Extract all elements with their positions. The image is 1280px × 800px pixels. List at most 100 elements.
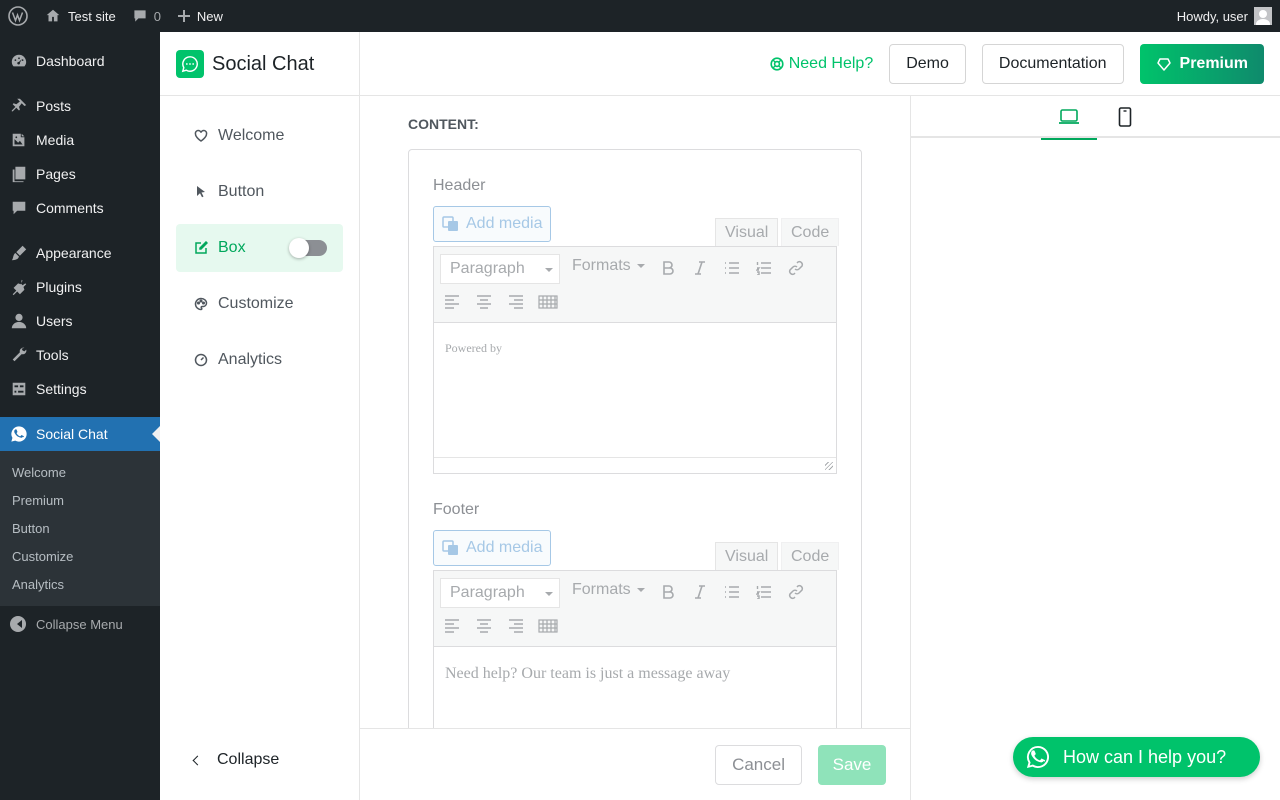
menu-item-dashboard[interactable]: Dashboard [0,44,160,78]
submenu-item-premium[interactable]: Premium [0,486,160,514]
laptop-icon[interactable] [1041,96,1097,140]
menu-item-tools[interactable]: Tools [0,338,160,372]
menu-item-settings[interactable]: Settings [0,372,160,406]
submenu-item-customize[interactable]: Customize [0,542,160,570]
box-enable-toggle[interactable] [289,238,327,258]
add-media-label: Add media [466,539,543,556]
menu-item-appearance[interactable]: Appearance [0,236,160,270]
header-resize-handle[interactable] [434,457,836,473]
menu-item-comments[interactable]: Comments [0,191,160,225]
formats-dropdown[interactable]: Formats [572,257,645,275]
formats-dropdown[interactable]: Formats [572,581,645,599]
content-panel: CONTENT: Header Add media Visual Code Pa… [360,96,910,728]
header-tab-code[interactable]: Code [781,218,840,246]
numbered-list-icon[interactable] [754,582,774,602]
admin-menu: Dashboard Posts Media Pages Comments App… [0,32,160,800]
nav-label: Customize [218,295,294,312]
add-media-icon [442,540,458,555]
brush-icon [11,245,27,261]
bold-icon[interactable] [658,582,678,602]
align-center-icon[interactable] [474,292,494,312]
header-editor-body[interactable]: Powered by [434,323,836,457]
toolbar-toggle-icon[interactable] [538,292,558,312]
edit-box-icon [195,241,208,254]
menu-item-users[interactable]: Users [0,304,160,338]
italic-icon[interactable] [690,258,710,278]
align-right-icon[interactable] [506,616,526,636]
align-center-icon[interactable] [474,616,494,636]
align-left-icon[interactable] [442,616,462,636]
italic-icon[interactable] [690,582,710,602]
bullet-list-icon[interactable] [722,582,742,602]
nav-item-customize[interactable]: Customize [176,280,343,328]
collapse-menu-button[interactable]: Collapse Menu [0,607,160,641]
need-help-link[interactable]: Need Help? [770,55,874,73]
lifebuoy-icon [770,57,784,71]
header-actions: Need Help? Demo Documentation Premium [770,44,1264,84]
need-help-label: Need Help? [788,55,874,72]
submenu-item-analytics[interactable]: Analytics [0,570,160,598]
nav-item-button[interactable]: Button [176,168,343,216]
footer-editor-body[interactable]: Need help? Our team is just a message aw… [434,647,836,728]
site-name: Test site [68,8,116,24]
menu-item-social-chat[interactable]: Social Chat [0,417,160,451]
paragraph-select[interactable]: Paragraph [440,578,560,608]
align-left-icon[interactable] [442,292,462,312]
plugin-icon [12,279,27,296]
link-icon[interactable] [786,258,806,278]
my-account[interactable]: Howdy, user [1177,7,1280,25]
cursor-icon [197,186,205,198]
bullet-list-icon[interactable] [722,258,742,278]
menu-item-pages[interactable]: Pages [0,157,160,191]
chat-button[interactable]: How can I help you? [1013,737,1260,777]
bold-icon[interactable] [658,258,678,278]
header-label: Header [433,177,486,194]
header-editor-text: Powered by [445,341,502,355]
menu-label: Appearance [36,245,112,261]
new-content-link[interactable]: New [169,0,231,32]
nav-item-analytics[interactable]: Analytics [176,336,343,384]
home-icon [46,9,60,22]
demo-button[interactable]: Demo [889,44,966,84]
nav-item-welcome[interactable]: Welcome [176,112,343,160]
action-bar: Cancel Save [360,728,910,800]
wordpress-logo-icon[interactable] [0,0,36,32]
toolbar-toggle-icon[interactable] [538,616,558,636]
chat-button-label: How can I help you? [1063,746,1227,767]
footer-add-media-button[interactable]: Add media [433,530,551,566]
header-tab-visual[interactable]: Visual [715,218,779,246]
menu-item-media[interactable]: Media [0,123,160,157]
plugin-collapse-button[interactable]: Collapse [176,744,279,776]
header-add-media-button[interactable]: Add media [433,206,551,242]
menu-label: Posts [36,98,72,114]
device-tabs [911,96,1280,140]
heart-icon [194,129,208,142]
menu-label: Plugins [36,279,82,295]
plugin-brand: Social Chat [160,32,360,96]
documentation-button[interactable]: Documentation [981,44,1124,84]
align-right-icon[interactable] [506,292,526,312]
submenu-item-welcome[interactable]: Welcome [0,458,160,486]
admin-bar: Test site 0 New Howdy, user [0,0,1280,32]
paragraph-select[interactable]: Paragraph [440,254,560,284]
menu-item-plugins[interactable]: Plugins [0,270,160,304]
cancel-button[interactable]: Cancel [715,745,802,785]
nav-item-box[interactable]: Box [176,224,343,272]
nav-label: Button [218,183,265,200]
save-button[interactable]: Save [818,745,886,785]
plugin-title: Social Chat [212,52,315,75]
footer-tab-visual[interactable]: Visual [715,542,779,570]
site-name-link[interactable]: Test site [36,0,124,32]
pin-icon [11,98,27,112]
mobile-icon[interactable] [1097,96,1153,138]
premium-button[interactable]: Premium [1139,44,1264,84]
menu-item-posts[interactable]: Posts [0,89,160,123]
link-icon[interactable] [786,582,806,602]
numbered-list-icon[interactable] [754,258,774,278]
submenu-item-button[interactable]: Button [0,514,160,542]
footer-tab-code[interactable]: Code [781,542,840,570]
header-editor: Paragraph Formats Powered by [433,246,837,474]
social-chat-submenu: Welcome Premium Button Customize Analyti… [0,451,160,606]
comments-link[interactable]: 0 [124,0,169,32]
gauge-icon [194,353,208,367]
